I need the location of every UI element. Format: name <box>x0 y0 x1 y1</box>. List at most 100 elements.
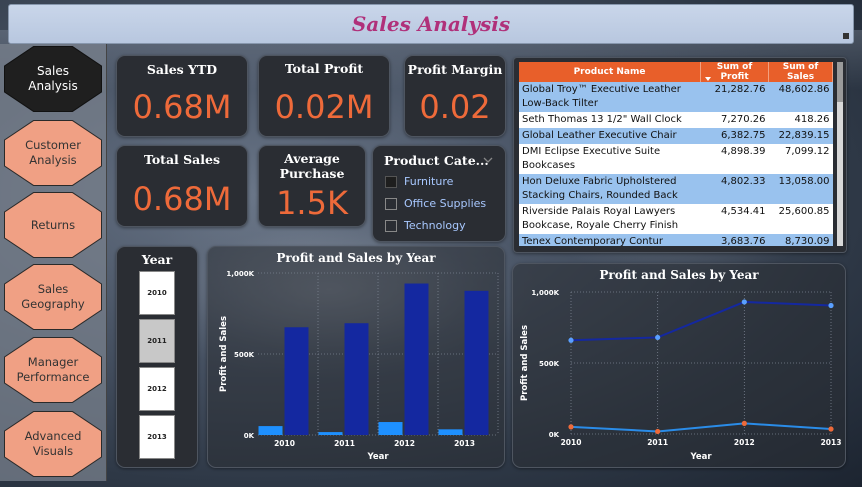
point-profit <box>655 428 661 435</box>
kpi-value: 0.02M <box>274 88 374 126</box>
bar-profit <box>258 426 283 435</box>
cell-product-name: Hon Deluxe Fabric Upholstered Stacking C… <box>519 174 701 204</box>
chevron-down-icon[interactable] <box>483 157 493 164</box>
slicer-title: Product Cate... <box>384 153 489 168</box>
checkbox[interactable] <box>385 175 397 188</box>
year-option-2013[interactable]: 2013 <box>139 415 175 459</box>
point-profit <box>568 424 574 430</box>
column-header-product-name[interactable]: Product Name <box>519 62 702 82</box>
scrollbar-thumb[interactable] <box>837 62 843 102</box>
nav-item-label: Manager Performance <box>16 355 90 384</box>
bar-profit <box>318 432 343 435</box>
line-sales <box>570 300 832 342</box>
y-tick-label: 1,000K <box>531 289 559 297</box>
nav-item-sales-geography[interactable]: Sales Geography <box>4 264 102 330</box>
kpi-label: Average Purchase <box>279 151 345 181</box>
line-chart: 0K 500K 1,000K 2010 2011 2012 2013 Year Profit a… <box>520 289 842 462</box>
cell-product-name: DMI Eclipse Executive Suite Bookcases <box>519 144 701 174</box>
kpi-card-sales-ytd: Sales YTD 0.68M <box>116 55 248 137</box>
nav-item-label: Sales Analysis <box>28 64 78 93</box>
table-row[interactable]: DMI Eclipse Executive Suite Bookcases 4,… <box>519 144 833 174</box>
table-row[interactable]: Riverside Palais Royal Lawyers Bookcase,… <box>519 204 833 234</box>
table-row[interactable]: Seth Thomas 13 1/2" Wall Clock 7,270.26 … <box>519 112 833 128</box>
resize-handle-icon[interactable] <box>843 33 849 39</box>
x-tick-label: 2011 <box>334 439 355 448</box>
title-bar: Sales Analysis <box>8 4 854 44</box>
kpi-card-profit-margin: Profit Margin 0.02 <box>404 55 506 137</box>
category-slicer: Product Cate... Furniture Office Supplie… <box>372 145 506 242</box>
year-option-2012[interactable]: 2012 <box>139 367 175 411</box>
sidebar-nav: Sales Analysis Customer Analysis Returns… <box>0 44 107 481</box>
table-row[interactable]: Hon Deluxe Fabric Upholstered Stacking C… <box>519 174 833 204</box>
year-option-2010[interactable]: 2010 <box>139 271 175 315</box>
bar-chart: 0K 500K 1,000K 2010 2011 2012 2013 Year Profit a… <box>219 270 499 462</box>
cell-product-name: Seth Thomas 13 1/2" Wall Clock <box>519 112 701 128</box>
product-table-card: Product Name Sum of Profit Sum of Sales … <box>513 57 847 253</box>
slicer-option-technology[interactable]: Technology <box>385 219 466 232</box>
table-row[interactable]: Global Troy™ Executive Leather Low-Back … <box>519 82 833 112</box>
kpi-value: 0.68M <box>132 180 232 218</box>
cell-product-name: Global Leather Executive Chair <box>519 128 701 144</box>
line-chart-card: Profit and Sales by Year 0K 500K 1,000K 201… <box>512 263 846 468</box>
option-label: Furniture <box>404 175 454 188</box>
column-header-sum-of-sales[interactable]: Sum of Sales <box>768 62 833 82</box>
x-tick-label: 2012 <box>734 438 755 447</box>
nav-item-customer-analysis[interactable]: Customer Analysis <box>4 120 102 186</box>
kpi-label: Total Sales <box>143 152 221 167</box>
kpi-label: Sales YTD <box>146 62 218 77</box>
nav-item-manager-performance[interactable]: Manager Performance <box>4 337 102 403</box>
checkbox[interactable] <box>385 197 397 210</box>
nav-item-advanced-visuals[interactable]: Advanced Visuals <box>4 411 102 477</box>
x-axis-label: Year <box>366 452 389 462</box>
cell-profit: 6,382.75 <box>700 128 769 144</box>
nav-item-label: Returns <box>30 217 76 232</box>
table-row[interactable]: Global Leather Executive Chair 6,382.75 … <box>519 128 833 144</box>
line-profit <box>570 422 832 433</box>
kpi-value: 0.02 <box>419 88 491 126</box>
x-tick-label: 2010 <box>274 439 295 448</box>
cell-product-name: Riverside Palais Royal Lawyers Bookcase,… <box>519 204 701 234</box>
kpi-card-total-profit: Total Profit 0.02M <box>258 55 390 137</box>
column-header-sum-of-profit[interactable]: Sum of Profit <box>700 62 770 82</box>
y-tick-label: 500K <box>234 351 255 359</box>
table-scrollbar[interactable] <box>837 62 843 246</box>
point-sales <box>828 302 834 309</box>
kpi-label: Total Profit <box>284 61 364 76</box>
nav-item-sales-analysis[interactable]: Sales Analysis <box>4 46 102 112</box>
bar-profit <box>378 422 403 435</box>
nav-item-label: Advanced Visuals <box>24 429 82 458</box>
bar-chart-card: Profit and Sales by Year 0K 500K 1,000K 201… <box>207 246 505 468</box>
point-sales <box>741 299 747 305</box>
kpi-label: Profit Margin <box>407 62 503 77</box>
year-slicer: Year 2010 2011 2012 2013 <box>116 246 198 468</box>
bar-sales <box>464 290 489 435</box>
nav-item-returns[interactable]: Returns <box>4 192 102 258</box>
cell-profit: 3,683.76 <box>700 234 769 246</box>
cell-product-name: Global Troy™ Executive Leather Low-Back … <box>519 82 701 112</box>
sort-descending-icon <box>705 77 712 81</box>
x-tick-label: 2010 <box>561 438 582 447</box>
option-label: Technology <box>404 219 466 232</box>
checkbox[interactable] <box>385 219 397 232</box>
y-tick-label: 0K <box>549 431 560 439</box>
y-tick-label: 0K <box>244 432 255 440</box>
year-option-2011[interactable]: 2011 <box>139 319 175 363</box>
bar-sales <box>344 323 369 435</box>
product-table-viewport: Product Name Sum of Profit Sum of Sales … <box>519 62 835 246</box>
table-row[interactable]: Tenex Contemporary Contur 3,683.76 8,730… <box>519 234 833 246</box>
x-tick-label: 2012 <box>394 439 415 448</box>
cell-sales: 22,839.15 <box>768 128 833 144</box>
slicer-option-office-supplies[interactable]: Office Supplies <box>385 197 486 210</box>
cell-profit: 7,270.26 <box>700 112 769 128</box>
cell-sales: 25,600.85 <box>768 204 833 234</box>
cell-profit: 4,898.39 <box>700 144 769 174</box>
kpi-card-total-sales: Total Sales 0.68M <box>116 145 248 227</box>
point-profit <box>741 420 747 426</box>
slicer-option-furniture[interactable]: Furniture <box>385 175 453 188</box>
cell-product-name: Tenex Contemporary Contur <box>519 234 701 246</box>
slicer-title: Year <box>141 252 173 267</box>
kpi-value: 1.5K <box>276 184 348 222</box>
x-tick-label: 2013 <box>821 438 842 447</box>
option-label: Office Supplies <box>404 197 487 210</box>
bar-sales <box>284 327 309 435</box>
